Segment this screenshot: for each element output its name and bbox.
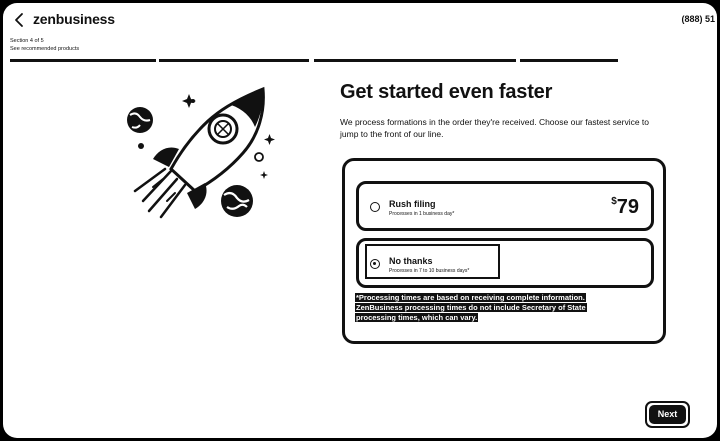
header: zenbusiness (888) 51 Section 4 of 5 See … xyxy=(3,3,717,65)
page-description: We process formations in the order they'… xyxy=(340,117,650,139)
progress-step-1 xyxy=(10,59,156,62)
rush-filing-radio[interactable] xyxy=(370,202,380,212)
no-thanks-option[interactable]: No thanks Processes in 7 to 10 business … xyxy=(356,238,654,288)
rush-filing-price: $79 xyxy=(611,196,639,219)
section-label: Section 4 of 5 xyxy=(10,38,44,44)
zenbusiness-logo: zenbusiness xyxy=(33,11,115,27)
rush-filing-subtitle: Processes in 1 business day* xyxy=(389,211,455,217)
price-amount: 79 xyxy=(616,196,639,218)
next-button[interactable]: Next xyxy=(645,401,690,428)
phone-number[interactable]: (888) 51 xyxy=(681,14,715,24)
rush-filing-title: Rush filing xyxy=(389,199,436,209)
progress-step-4 xyxy=(520,59,618,62)
next-button-label: Next xyxy=(649,405,686,424)
screen: zenbusiness (888) 51 Section 4 of 5 See … xyxy=(3,3,717,438)
disclaimer-text: *Processing times are based on receiving… xyxy=(355,293,587,322)
progress-step-2 xyxy=(159,59,309,62)
progress-step-3 xyxy=(314,59,516,62)
no-thanks-radio[interactable] xyxy=(370,259,380,269)
no-thanks-title: No thanks xyxy=(389,256,433,266)
back-arrow-icon[interactable] xyxy=(11,11,29,29)
rush-filing-option[interactable]: Rush filing Processes in 1 business day*… xyxy=(356,181,654,231)
no-thanks-subtitle: Processes in 7 to 10 business days* xyxy=(389,268,470,274)
processing-disclaimer: *Processing times are based on receiving… xyxy=(355,293,610,323)
section-subtitle: See recommended products xyxy=(10,46,80,52)
rocket-illustration xyxy=(113,83,288,233)
main-content: Get started even faster We process forma… xyxy=(340,81,680,140)
page-title: Get started even faster xyxy=(340,81,553,103)
